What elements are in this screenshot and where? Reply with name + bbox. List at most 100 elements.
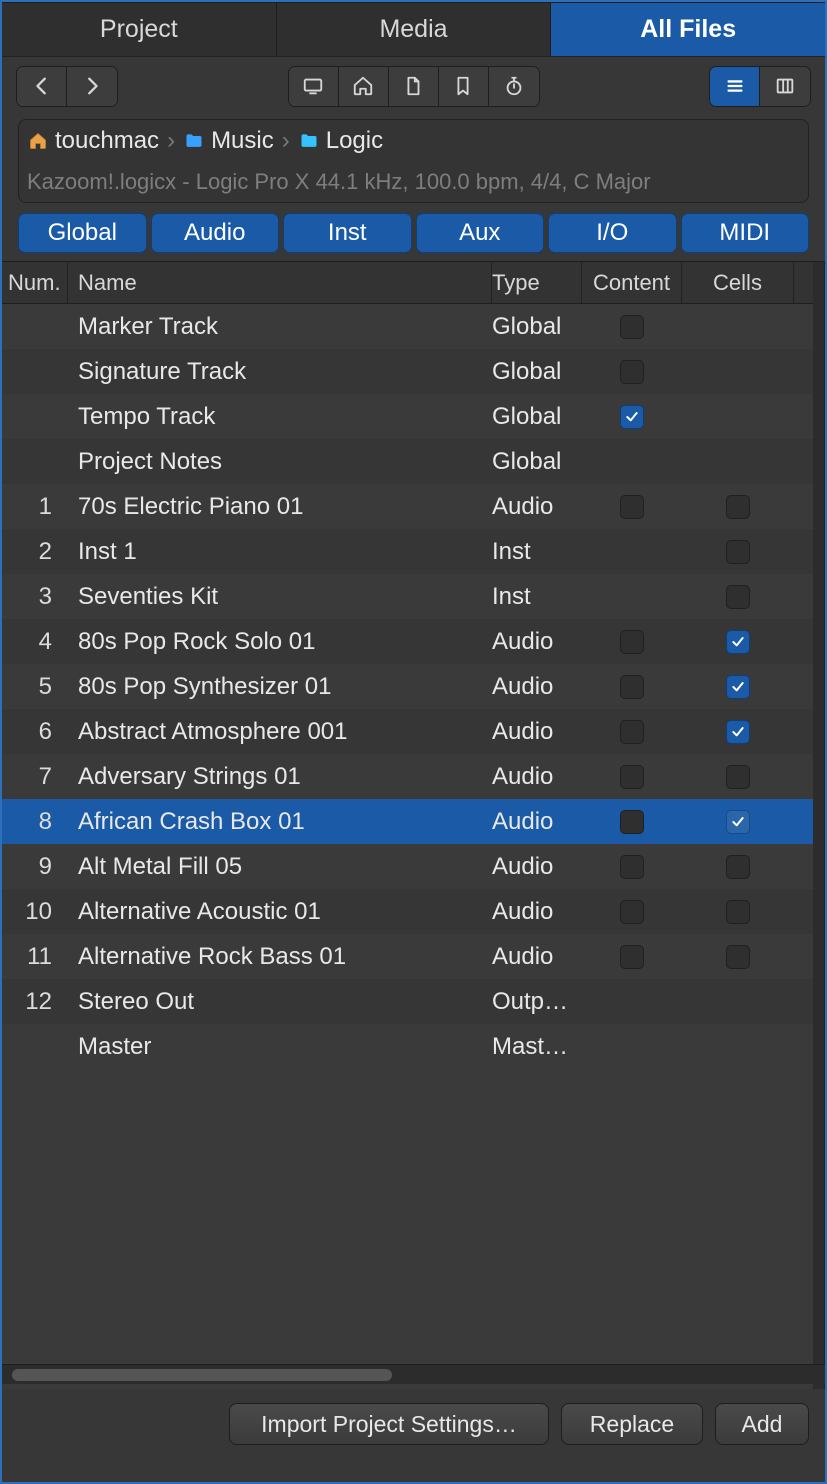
- scroll-gutter: [813, 262, 825, 1389]
- checkbox[interactable]: [620, 900, 644, 924]
- cell-name: 70s Electric Piano 01: [68, 493, 492, 521]
- checkbox[interactable]: [726, 675, 750, 699]
- cell-num: 12: [2, 988, 68, 1016]
- main-tab-all-files[interactable]: All Files: [551, 2, 825, 56]
- table-row[interactable]: 2Inst 1Inst: [2, 529, 825, 574]
- cell-content: [582, 360, 682, 384]
- filter-midi[interactable]: MIDI: [681, 213, 810, 253]
- cell-num: 4: [2, 628, 68, 656]
- cell-type: Global: [492, 313, 582, 341]
- cell-content: [582, 585, 682, 609]
- table-row[interactable]: Tempo TrackGlobal: [2, 394, 825, 439]
- checkbox[interactable]: [620, 765, 644, 789]
- breadcrumb-item-touchmac[interactable]: touchmac: [27, 127, 159, 155]
- main-tab-media[interactable]: Media: [277, 2, 552, 56]
- breadcrumb-item-logic[interactable]: Logic: [298, 127, 383, 155]
- checkbox[interactable]: [726, 585, 750, 609]
- filter-aux[interactable]: Aux: [416, 213, 545, 253]
- checkbox[interactable]: [726, 720, 750, 744]
- table-row[interactable]: Project NotesGlobal: [2, 439, 825, 484]
- header-name[interactable]: Name: [68, 262, 492, 303]
- filter-audio[interactable]: Audio: [151, 213, 280, 253]
- table-row[interactable]: Signature TrackGlobal: [2, 349, 825, 394]
- table-row[interactable]: 9Alt Metal Fill 05Audio: [2, 844, 825, 889]
- checkbox[interactable]: [620, 360, 644, 384]
- checkbox[interactable]: [726, 900, 750, 924]
- checkbox[interactable]: [620, 855, 644, 879]
- cell-name: Adversary Strings 01: [68, 763, 492, 791]
- browser-window: ProjectMediaAll Files: [0, 0, 827, 1484]
- checkbox[interactable]: [620, 405, 644, 429]
- breadcrumb-label: Music: [211, 127, 274, 155]
- breadcrumb-item-music[interactable]: Music: [183, 127, 274, 155]
- checkbox[interactable]: [620, 945, 644, 969]
- bookmark-icon: [452, 75, 474, 97]
- checkbox[interactable]: [726, 540, 750, 564]
- home-icon: [352, 75, 374, 97]
- table-row[interactable]: 3Seventies KitInst: [2, 574, 825, 619]
- table-row[interactable]: Marker TrackGlobal: [2, 304, 825, 349]
- cell-num: 2: [2, 538, 68, 566]
- header-type[interactable]: Type: [492, 262, 582, 303]
- table-row[interactable]: 8African Crash Box 01Audio: [2, 799, 825, 844]
- table-row[interactable]: 12Stereo OutOutp…: [2, 979, 825, 1024]
- checkbox[interactable]: [726, 945, 750, 969]
- filter-global[interactable]: Global: [18, 213, 147, 253]
- main-tab-project[interactable]: Project: [2, 2, 277, 56]
- cell-content: [582, 855, 682, 879]
- back-button[interactable]: [17, 67, 67, 106]
- header-num[interactable]: Num.: [2, 262, 68, 303]
- checkbox[interactable]: [726, 765, 750, 789]
- cell-name: Stereo Out: [68, 988, 492, 1016]
- recent-button[interactable]: [489, 67, 539, 106]
- header-cells[interactable]: Cells: [682, 262, 794, 303]
- cell-name: Inst 1: [68, 538, 492, 566]
- checkbox[interactable]: [620, 675, 644, 699]
- checkbox[interactable]: [726, 855, 750, 879]
- checkbox[interactable]: [726, 810, 750, 834]
- chevron-right-icon: [81, 75, 103, 97]
- cell-cells: [682, 1035, 794, 1059]
- forward-button[interactable]: [67, 67, 117, 106]
- import-project-settings-button[interactable]: Import Project Settings…: [229, 1403, 549, 1445]
- table-row[interactable]: 170s Electric Piano 01Audio: [2, 484, 825, 529]
- add-button[interactable]: Add: [715, 1403, 809, 1445]
- cell-cells: [682, 630, 794, 654]
- horizontal-scrollbar[interactable]: [2, 1364, 825, 1384]
- replace-button[interactable]: Replace: [561, 1403, 703, 1445]
- table-row[interactable]: 11Alternative Rock Bass 01Audio: [2, 934, 825, 979]
- cell-type: Global: [492, 403, 582, 431]
- scrollbar-thumb[interactable]: [12, 1369, 392, 1381]
- checkbox[interactable]: [620, 630, 644, 654]
- nav-group: [16, 66, 118, 107]
- checkbox[interactable]: [726, 495, 750, 519]
- checkbox[interactable]: [620, 810, 644, 834]
- table-row[interactable]: 580s Pop Synthesizer 01Audio: [2, 664, 825, 709]
- table-row[interactable]: 480s Pop Rock Solo 01Audio: [2, 619, 825, 664]
- home-button[interactable]: [339, 67, 389, 106]
- checkbox[interactable]: [620, 720, 644, 744]
- checkbox[interactable]: [620, 315, 644, 339]
- cell-cells: [682, 900, 794, 924]
- table-row[interactable]: 10Alternative Acoustic 01Audio: [2, 889, 825, 934]
- cell-cells: [682, 315, 794, 339]
- checkbox[interactable]: [620, 495, 644, 519]
- cell-type: Outp…: [492, 988, 582, 1016]
- cell-num: 3: [2, 583, 68, 611]
- filter-inst[interactable]: Inst: [283, 213, 412, 253]
- table-row[interactable]: 6Abstract Atmosphere 001Audio: [2, 709, 825, 754]
- table-row[interactable]: 7Adversary Strings 01Audio: [2, 754, 825, 799]
- cell-num: 11: [2, 943, 68, 971]
- bookmarks-button[interactable]: [439, 67, 489, 106]
- list-view-button[interactable]: [710, 67, 760, 106]
- column-view-button[interactable]: [760, 67, 810, 106]
- toolbar: [2, 57, 825, 115]
- project-home-button[interactable]: [389, 67, 439, 106]
- cell-type: Audio: [492, 808, 582, 836]
- checkbox[interactable]: [726, 630, 750, 654]
- cell-num: 1: [2, 493, 68, 521]
- table-row[interactable]: MasterMast…: [2, 1024, 825, 1069]
- filter-io[interactable]: I/O: [548, 213, 677, 253]
- header-content[interactable]: Content: [582, 262, 682, 303]
- computer-button[interactable]: [289, 67, 339, 106]
